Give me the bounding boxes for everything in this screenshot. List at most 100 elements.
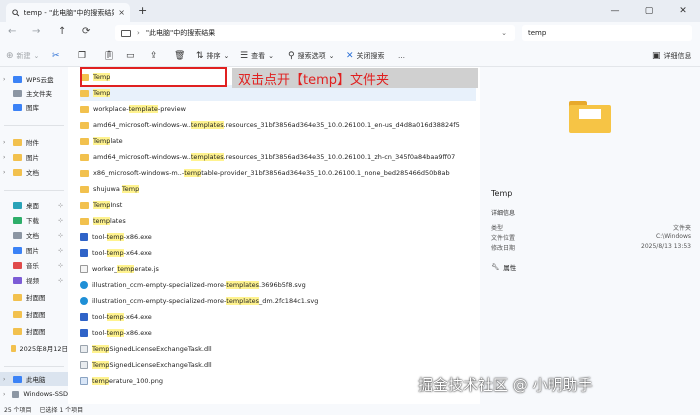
sidebar-item-pictures-folder[interactable]: › 图片: [0, 150, 68, 164]
sidebar-item-this-pc[interactable]: › 此电脑: [0, 372, 68, 386]
chevron-right-icon[interactable]: ›: [0, 376, 8, 383]
file-row[interactable]: worker_temperate.js: [80, 261, 476, 277]
sidebar-item-desktop[interactable]: 桌面 ⊹: [0, 198, 68, 212]
sidebar-item-videos[interactable]: 视频 ⊹: [0, 273, 68, 287]
status-bar: 25 个项目 已选择 1 个项目: [0, 404, 700, 415]
file-row[interactable]: amd64_microsoft-windows-w..templates.res…: [80, 117, 476, 133]
image-file-icon: [80, 377, 88, 385]
search-match-highlight: temp: [106, 249, 124, 257]
file-row[interactable]: temperature_100.png: [80, 373, 476, 389]
sidebar-item-cover-3[interactable]: 封面图: [0, 324, 68, 338]
svg-file-icon: [80, 281, 88, 289]
folder-icon: [80, 153, 89, 161]
maximize-button[interactable]: ▢: [632, 0, 666, 22]
rename-icon: ▭: [126, 51, 135, 61]
exe-file-icon: [80, 233, 88, 241]
sidebar-item-date-folder[interactable]: 2025年8月12日: [0, 341, 68, 355]
sidebar-item-music[interactable]: 音乐 ⊹: [0, 258, 68, 272]
close-window-button[interactable]: ✕: [666, 0, 700, 22]
file-row[interactable]: x86_microsoft-windows-m..-temptable-prov…: [80, 165, 476, 181]
sidebar-item-home[interactable]: 主文件夹: [0, 86, 68, 100]
file-row[interactable]: templates: [80, 213, 476, 229]
sidebar-item-downloads[interactable]: 下载 ⊹: [0, 213, 68, 227]
back-arrow-icon[interactable]: ←: [8, 26, 16, 37]
chevron-right-icon[interactable]: ›: [0, 391, 7, 398]
file-row[interactable]: illustration_ccm-empty-specialized-more-…: [80, 293, 476, 309]
search-icon: [12, 8, 20, 16]
address-bar[interactable]: › "此电脑"中的搜索结果 ⌄: [115, 25, 515, 41]
file-row[interactable]: amd64_microsoft-windows-w..templates.res…: [80, 149, 476, 165]
file-row[interactable]: tool-temp-x64.exe: [80, 245, 476, 261]
pin-icon[interactable]: ⊹: [58, 277, 63, 284]
file-row[interactable]: Template: [80, 133, 476, 149]
details-row-type: 类型 文件夹: [491, 225, 691, 232]
sidebar-item-wps-cloud[interactable]: › WPS云盘: [0, 72, 68, 86]
sidebar-item-attachments[interactable]: › 附件: [0, 135, 68, 149]
scissors-icon: ✂: [52, 51, 60, 61]
file-row[interactable]: tool-temp-x64.exe: [80, 309, 476, 325]
sidebar-divider: [4, 366, 64, 367]
pin-icon[interactable]: ⊹: [58, 217, 63, 224]
minimize-button[interactable]: —: [598, 0, 632, 22]
chevron-down-icon: ⌄: [328, 52, 335, 60]
sidebar-item-label: 封面图: [26, 328, 46, 336]
sidebar-item-label: 此电脑: [26, 376, 46, 384]
pin-icon[interactable]: ⊹: [58, 232, 63, 239]
refresh-icon[interactable]: ⟳: [82, 26, 90, 37]
folder-icon: [80, 137, 89, 145]
sidebar-item-windows-ssd[interactable]: › Windows-SSD: [0, 387, 68, 401]
sidebar-item-documents-folder[interactable]: › 文档: [0, 165, 68, 179]
pin-icon[interactable]: ⊹: [58, 202, 63, 209]
file-row[interactable]: TempSignedLicenseExchangeTask.dll: [80, 341, 476, 357]
chevron-right-icon[interactable]: ›: [0, 139, 8, 146]
close-icon: ✕: [346, 51, 354, 61]
share-button[interactable]: ⇪: [150, 49, 158, 63]
tab-close-icon[interactable]: ×: [118, 8, 125, 17]
folder-icon: [80, 169, 89, 177]
sidebar-item-documents[interactable]: 文档 ⊹: [0, 228, 68, 242]
file-row[interactable]: TempSignedLicenseExchangeTask.dll: [80, 357, 476, 373]
sort-button[interactable]: ⇅ 排序 ⌄: [196, 49, 229, 63]
chevron-down-icon[interactable]: ⌄: [501, 29, 507, 37]
paste-button[interactable]: 📋︎: [103, 49, 114, 63]
sidebar-item-pictures[interactable]: 图片 ⊹: [0, 243, 68, 257]
view-button[interactable]: ☰ 查看 ⌄: [240, 49, 274, 63]
details-button[interactable]: ▣ 详细信息: [652, 49, 692, 63]
new-tab-button[interactable]: +: [138, 4, 147, 17]
delete-button[interactable]: 🗑︎: [174, 49, 185, 63]
file-row[interactable]: TempInst: [80, 197, 476, 213]
properties-button[interactable]: 🔧︎ 属性: [491, 262, 516, 272]
close-search-button[interactable]: ✕ 关闭搜索: [346, 49, 385, 63]
sidebar-item-label: 主文件夹: [26, 90, 52, 98]
search-options-button[interactable]: ⚲ 搜索选项 ⌄: [288, 49, 334, 63]
chevron-right-icon[interactable]: ›: [0, 169, 8, 176]
up-arrow-icon[interactable]: ↑: [58, 26, 66, 37]
sidebar-item-gallery[interactable]: 图库: [0, 100, 68, 114]
cut-button[interactable]: ✂: [52, 49, 60, 63]
tab-search-results[interactable]: temp - "此电脑"中的搜索结果 ×: [6, 3, 130, 22]
breadcrumb[interactable]: "此电脑"中的搜索结果: [146, 28, 215, 38]
details-pane: Temp 详细信息 类型 文件夹 文件位置 C:\Windows 修改日期 20…: [480, 67, 700, 404]
file-row[interactable]: tool-temp-x86.exe: [80, 325, 476, 341]
forward-arrow-icon[interactable]: →: [32, 26, 40, 37]
details-row-location: 文件位置 C:\Windows: [491, 233, 691, 242]
js-file-icon: [80, 265, 88, 273]
sort-icon: ⇅: [196, 51, 204, 61]
search-input[interactable]: temp: [522, 25, 692, 41]
file-row[interactable]: tool-temp-x86.exe: [80, 229, 476, 245]
file-row[interactable]: illustration_ccm-empty-specialized-more-…: [80, 277, 476, 293]
copy-button[interactable]: ❐: [78, 49, 86, 63]
file-row[interactable]: workplace-template-preview: [80, 101, 476, 117]
rename-button[interactable]: ▭: [126, 49, 135, 63]
chevron-right-icon[interactable]: ›: [0, 154, 8, 161]
computer-icon: [13, 375, 22, 383]
file-row[interactable]: shujuwa Temp: [80, 181, 476, 197]
more-button[interactable]: …: [398, 49, 405, 63]
pin-icon[interactable]: ⊹: [58, 247, 63, 254]
new-button[interactable]: ⊕ 新建 ⌄: [6, 49, 39, 63]
sidebar-item-cover-2[interactable]: 封面图: [0, 307, 68, 321]
pin-icon[interactable]: ⊹: [58, 262, 63, 269]
details-section-title: 详细信息: [491, 210, 516, 217]
chevron-right-icon[interactable]: ›: [0, 76, 8, 83]
sidebar-item-cover-1[interactable]: 封面图: [0, 290, 68, 304]
